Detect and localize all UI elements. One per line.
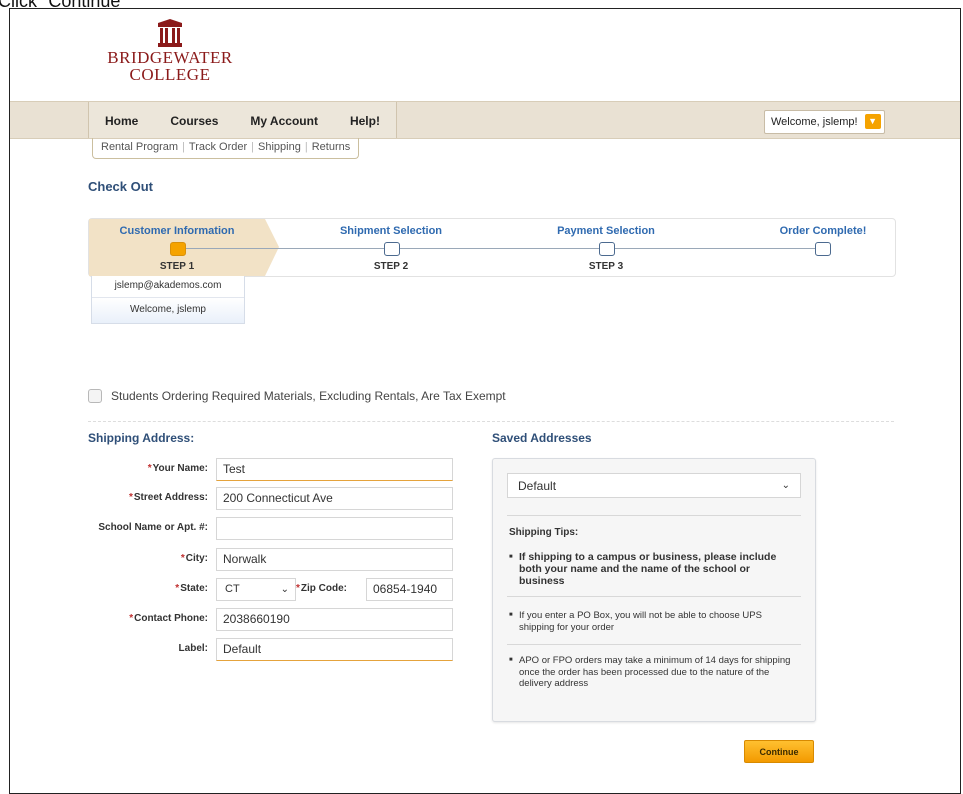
tax-exempt-row: Students Ordering Required Materials, Ex… — [88, 389, 506, 403]
step-marker-active — [170, 242, 186, 256]
divider — [507, 596, 801, 597]
tax-exempt-checkbox[interactable] — [88, 389, 102, 403]
your-name-input[interactable]: Test — [216, 458, 453, 481]
main-navbar: Home Courses My Account Help! Welcome, j… — [10, 101, 960, 139]
your-name-label: *Your Name: — [147, 463, 208, 474]
city-input[interactable]: Norwalk — [216, 548, 453, 571]
shipping-tip: APO or FPO orders may take a minimum of … — [509, 655, 793, 690]
subnav-rental-program[interactable]: Rental Program — [101, 141, 178, 153]
page-title: Check Out — [88, 179, 154, 194]
shipping-tips-title: Shipping Tips: — [509, 527, 579, 538]
shipping-tip: If you enter a PO Box, you will not be a… — [509, 610, 793, 633]
shipping-address-title: Shipping Address: — [88, 431, 195, 445]
school-apt-label: School Name or Apt. #: — [98, 522, 208, 533]
saved-addresses-panel: Default ⌄ Shipping Tips: If shipping to … — [492, 458, 816, 722]
section-divider — [88, 421, 894, 422]
chevron-down-icon: ⌄ — [280, 584, 289, 595]
chevron-down-icon: ⌄ — [781, 480, 790, 491]
city-label: *City: — [180, 553, 208, 564]
shipping-tip: If shipping to a campus or business, ple… — [509, 551, 793, 587]
zip-code-label: *Zip Code: — [296, 583, 348, 594]
school-apt-input[interactable] — [216, 517, 453, 540]
step-shipment-selection: Shipment Selection — [339, 225, 443, 237]
contact-phone-input[interactable]: 2038660190 — [216, 608, 453, 631]
label-input[interactable]: Default — [216, 638, 453, 661]
step-connector — [391, 248, 606, 249]
user-welcome: Welcome, jslemp — [92, 298, 244, 323]
divider — [507, 644, 801, 645]
continue-button[interactable]: Continue — [744, 740, 814, 763]
nav-tabs: Home Courses My Account Help! — [88, 102, 397, 138]
college-logo[interactable]: BRIDGEWATER COLLEGE — [90, 19, 250, 99]
label-label: Label: — [178, 643, 208, 654]
subnav-returns[interactable]: Returns — [312, 141, 351, 153]
step-connector — [606, 248, 820, 249]
checkout-progress: Customer Information STEP 1 Shipment Sel… — [88, 218, 896, 277]
user-email: jslemp@akademos.com — [92, 276, 244, 298]
nav-tab-courses[interactable]: Courses — [154, 102, 234, 138]
saved-address-value: Default — [518, 479, 557, 493]
step-marker — [599, 242, 615, 256]
step-customer-information: Customer Information — [119, 225, 235, 237]
chevron-down-icon[interactable]: ▼ — [864, 114, 881, 129]
street-address-label: *Street Address: — [128, 492, 208, 503]
subnav-shipping[interactable]: Shipping — [258, 141, 301, 153]
welcome-text: Welcome, jslemp! — [771, 116, 858, 128]
step-payment-selection: Payment Selection — [557, 225, 655, 237]
contact-phone-label: *Contact Phone: — [129, 613, 208, 624]
state-select[interactable]: CT ⌄ — [216, 578, 296, 601]
state-label: *State: — [175, 583, 208, 594]
subnav-track-order[interactable]: Track Order — [189, 141, 247, 153]
saved-address-select[interactable]: Default ⌄ — [507, 473, 801, 498]
step-marker — [384, 242, 400, 256]
nav-tab-help[interactable]: Help! — [334, 102, 396, 138]
nav-tab-home[interactable]: Home — [89, 102, 154, 138]
saved-addresses-title: Saved Addresses — [492, 431, 592, 445]
browser-frame: BRIDGEWATER COLLEGE Home Courses My Acco… — [9, 8, 961, 794]
step-order-complete: Order Complete! — [779, 225, 867, 237]
building-icon — [158, 19, 182, 47]
step-number: STEP 3 — [588, 261, 624, 272]
logo-text-line2: COLLEGE — [129, 65, 211, 84]
state-value: CT — [225, 583, 240, 595]
nav-tab-my-account[interactable]: My Account — [234, 102, 334, 138]
divider — [507, 515, 801, 516]
street-address-input[interactable]: 200 Connecticut Ave — [216, 487, 453, 510]
step-marker — [815, 242, 831, 256]
tax-exempt-label: Students Ordering Required Materials, Ex… — [111, 389, 506, 403]
user-info-box: jslemp@akademos.com Welcome, jslemp — [91, 276, 245, 324]
step-number: STEP 2 — [373, 261, 409, 272]
step-number: STEP 1 — [159, 261, 195, 272]
welcome-dropdown[interactable]: Welcome, jslemp! ▼ — [764, 110, 885, 134]
sub-navigation: Rental Program | Track Order | Shipping | Retu… — [92, 138, 360, 159]
zip-code-input[interactable]: 06854-1940 — [366, 578, 453, 601]
